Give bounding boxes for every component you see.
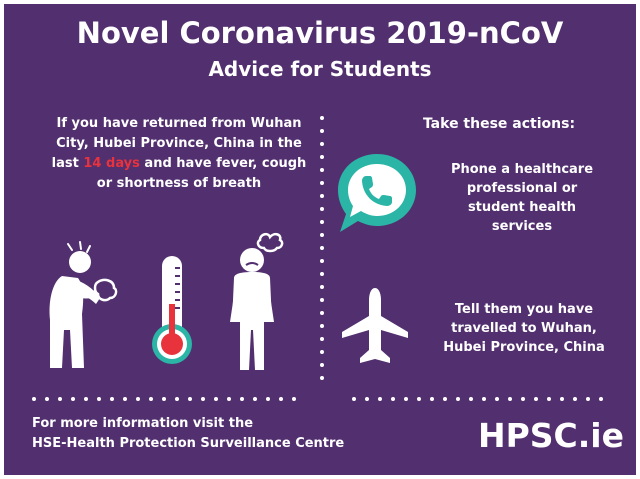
coughing-person-icon (49, 241, 118, 368)
action-phone-text: Phone a healthcare professional or stude… (450, 162, 594, 234)
action-tell-travel-text: Tell them you have travelled to Wuhan, H… (443, 302, 605, 355)
infographic-poster: Novel Coronavirus 2019-nCoV Advice for S… (4, 4, 636, 475)
airplane-icon (342, 288, 408, 363)
unwell-person-icon (230, 232, 284, 370)
hpsc-link[interactable]: HPSC.ie (474, 416, 624, 456)
footer-info: For more information visit the HSE-Healt… (32, 414, 432, 454)
thermometer-icon (152, 256, 192, 364)
horizontal-dotted-divider (32, 397, 611, 401)
vertical-dotted-divider (320, 116, 324, 384)
phone-chat-icon (338, 154, 416, 232)
page-subtitle: Advice for Students (208, 57, 432, 81)
returned-notice: If you have returned from Wuhan City, Hu… (44, 114, 314, 194)
page-title: Novel Coronavirus 2019-nCoV (76, 16, 564, 50)
footer-line-2: HSE-Health Protection Surveillance Centr… (32, 436, 345, 451)
actions-heading: Take these actions: (422, 116, 576, 132)
footer-line-1: For more information visit the (32, 416, 254, 431)
fourteen-days-highlight: 14 days (83, 156, 140, 171)
